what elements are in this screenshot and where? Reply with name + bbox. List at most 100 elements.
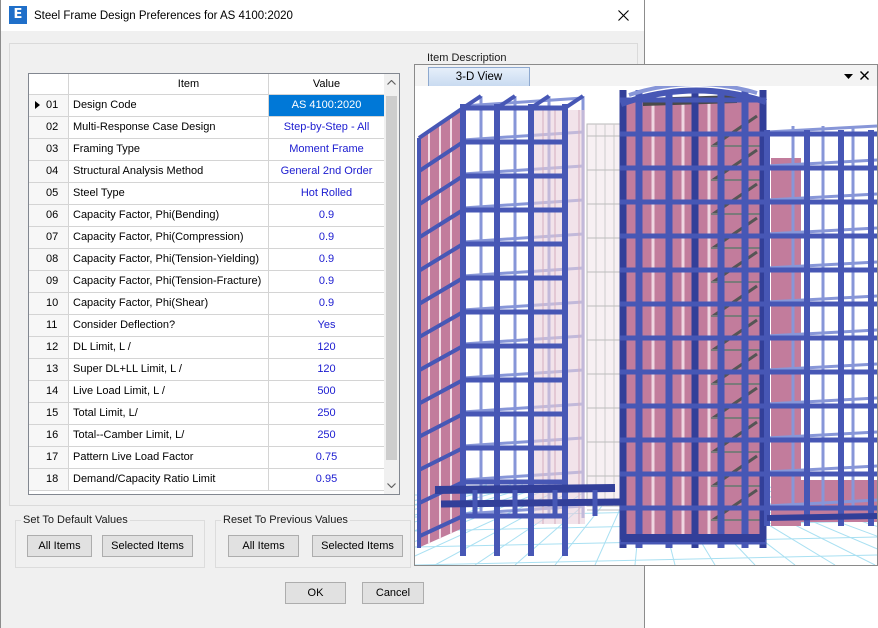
3d-view-window[interactable]: 3-D View xyxy=(414,64,878,566)
row-header[interactable]: 07 xyxy=(29,227,69,248)
row-header[interactable]: 13 xyxy=(29,359,69,380)
table-row[interactable]: 06 Capacity Factor, Phi(Bending) 0.9 xyxy=(29,205,384,227)
value-cell[interactable]: 120 xyxy=(269,337,384,358)
item-cell[interactable]: Live Load Limit, L / xyxy=(69,381,269,402)
row-header[interactable]: 06 xyxy=(29,205,69,226)
row-number: 01 xyxy=(46,99,59,111)
item-cell[interactable]: Capacity Factor, Phi(Compression) xyxy=(69,227,269,248)
view-close-button[interactable] xyxy=(858,69,871,82)
scrollbar-thumb[interactable] xyxy=(386,96,397,460)
row-header[interactable]: 02 xyxy=(29,117,69,138)
table-row[interactable]: 17 Pattern Live Load Factor 0.75 xyxy=(29,447,384,469)
table-row[interactable]: 16 Total--Camber Limit, L/250 xyxy=(29,425,384,447)
row-header[interactable]: 08 xyxy=(29,249,69,270)
table-row[interactable]: 15 Total Limit, L/250 xyxy=(29,403,384,425)
item-cell[interactable]: Super DL+LL Limit, L / xyxy=(69,359,269,380)
column-header-item[interactable]: Item xyxy=(69,74,269,94)
row-header[interactable]: 14 xyxy=(29,381,69,402)
item-cell[interactable]: Steel Type xyxy=(69,183,269,204)
item-cell[interactable]: Total Limit, L/ xyxy=(69,403,269,424)
value-cell[interactable]: 120 xyxy=(269,359,384,380)
table-row[interactable]: 08 Capacity Factor, Phi(Tension-Yielding)… xyxy=(29,249,384,271)
3d-model-viewport[interactable] xyxy=(415,86,877,565)
table-row[interactable]: 12 DL Limit, L /120 xyxy=(29,337,384,359)
scroll-down-button[interactable] xyxy=(384,477,399,494)
steel-building-model[interactable] xyxy=(415,86,877,565)
item-cell[interactable]: Framing Type xyxy=(69,139,269,160)
value-cell[interactable]: 0.9 xyxy=(269,227,384,248)
table-row[interactable]: 18 Demand/Capacity Ratio Limit 0.95 xyxy=(29,469,384,491)
table-row[interactable]: 09 Capacity Factor, Phi(Tension-Fracture)… xyxy=(29,271,384,293)
scroll-up-button[interactable] xyxy=(384,74,399,91)
value-cell[interactable]: AS 4100:2020 xyxy=(269,95,384,116)
item-cell[interactable]: DL Limit, L / xyxy=(69,337,269,358)
item-cell[interactable]: Multi-Response Case Design xyxy=(69,117,269,138)
row-header[interactable]: 10 xyxy=(29,293,69,314)
value-cell[interactable]: 0.75 xyxy=(269,447,384,468)
table-row[interactable]: 14 Live Load Limit, L /500 xyxy=(29,381,384,403)
cancel-button[interactable]: Cancel xyxy=(362,582,424,604)
value-cell[interactable]: 0.9 xyxy=(269,271,384,292)
column-header-value[interactable]: Value xyxy=(269,74,384,94)
table-row[interactable]: 04 Structural Analysis Method General 2nd … xyxy=(29,161,384,183)
value-cell[interactable]: 0.9 xyxy=(269,205,384,226)
title-bar[interactable]: E Steel Frame Design Preferences for AS … xyxy=(1,0,644,31)
row-header[interactable]: 01 xyxy=(29,95,69,116)
row-header[interactable]: 04 xyxy=(29,161,69,182)
item-cell[interactable]: Design Code xyxy=(69,95,269,116)
row-number: 14 xyxy=(46,385,59,397)
preferences-table[interactable]: Item Value 01 Design Code AS 4100:2020 02 Mu… xyxy=(28,73,400,495)
value-cell[interactable]: 0.95 xyxy=(269,469,384,490)
row-header[interactable]: 09 xyxy=(29,271,69,292)
default-all-items-button[interactable]: All Items xyxy=(27,535,92,557)
row-header[interactable]: 11 xyxy=(29,315,69,336)
item-cell[interactable]: Pattern Live Load Factor xyxy=(69,447,269,468)
value-cell[interactable]: 500 xyxy=(269,381,384,402)
row-header[interactable]: 17 xyxy=(29,447,69,468)
reset-all-items-button[interactable]: All Items xyxy=(228,535,299,557)
item-cell[interactable]: Total--Camber Limit, L/ xyxy=(69,425,269,446)
table-row[interactable]: 11 Consider Deflection? Yes xyxy=(29,315,384,337)
table-row[interactable]: 03 Framing Type Moment Frame xyxy=(29,139,384,161)
row-header[interactable]: 03 xyxy=(29,139,69,160)
item-cell[interactable]: Capacity Factor, Phi(Shear) xyxy=(69,293,269,314)
chevron-up-icon xyxy=(387,80,396,85)
close-button[interactable] xyxy=(608,2,638,28)
table-row[interactable]: 01 Design Code AS 4100:2020 xyxy=(29,95,384,117)
value-cell[interactable]: Hot Rolled xyxy=(269,183,384,204)
row-header[interactable]: 16 xyxy=(29,425,69,446)
table-row[interactable]: 07 Capacity Factor, Phi(Compression) 0.9 xyxy=(29,227,384,249)
tab-3d-view[interactable]: 3-D View xyxy=(428,67,530,86)
item-cell[interactable]: Capacity Factor, Phi(Tension-Yielding) xyxy=(69,249,269,270)
value-cell[interactable]: 250 xyxy=(269,425,384,446)
row-number: 12 xyxy=(46,341,59,353)
row-header[interactable]: 05 xyxy=(29,183,69,204)
value-cell[interactable]: Step-by-Step - All xyxy=(269,117,384,138)
value-cell[interactable]: 0.9 xyxy=(269,293,384,314)
table-row[interactable]: 10 Capacity Factor, Phi(Shear) 0.9 xyxy=(29,293,384,315)
view-menu-button[interactable] xyxy=(842,70,854,82)
ok-button[interactable]: OK xyxy=(285,582,346,604)
item-cell[interactable]: Structural Analysis Method xyxy=(69,161,269,182)
row-header[interactable]: 15 xyxy=(29,403,69,424)
vertical-scrollbar[interactable] xyxy=(384,74,399,494)
reset-selected-items-button[interactable]: Selected Items xyxy=(312,535,403,557)
app-icon-letter: E xyxy=(13,7,23,22)
table-row[interactable]: 02 Multi-Response Case Design Step-by-Step… xyxy=(29,117,384,139)
value-cell[interactable]: Moment Frame xyxy=(269,139,384,160)
value-cell[interactable]: 250 xyxy=(269,403,384,424)
center-tower xyxy=(619,86,767,548)
header-corner xyxy=(29,74,69,94)
table-row[interactable]: 13 Super DL+LL Limit, L /120 xyxy=(29,359,384,381)
value-cell[interactable]: 0.9 xyxy=(269,249,384,270)
item-cell[interactable]: Demand/Capacity Ratio Limit xyxy=(69,469,269,490)
row-header[interactable]: 12 xyxy=(29,337,69,358)
item-cell[interactable]: Capacity Factor, Phi(Bending) xyxy=(69,205,269,226)
row-header[interactable]: 18 xyxy=(29,469,69,490)
value-cell[interactable]: Yes xyxy=(269,315,384,336)
item-cell[interactable]: Consider Deflection? xyxy=(69,315,269,336)
item-cell[interactable]: Capacity Factor, Phi(Tension-Fracture) xyxy=(69,271,269,292)
value-cell[interactable]: General 2nd Order xyxy=(269,161,384,182)
default-selected-items-button[interactable]: Selected Items xyxy=(102,535,193,557)
table-row[interactable]: 05 Steel Type Hot Rolled xyxy=(29,183,384,205)
